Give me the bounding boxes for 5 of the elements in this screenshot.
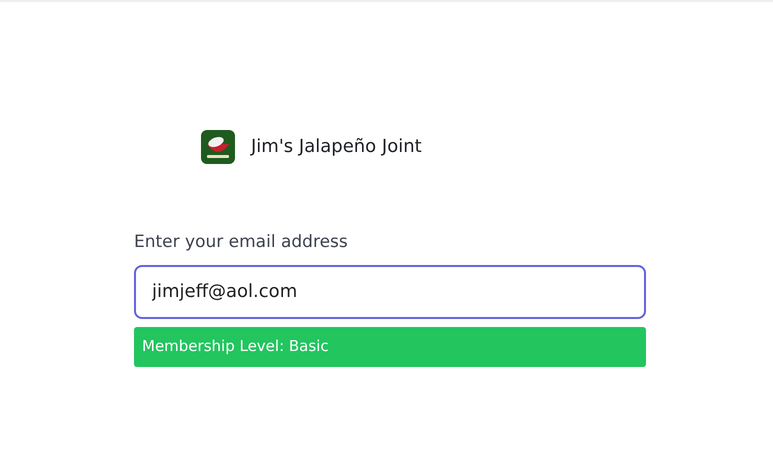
membership-banner: Membership Level: Basic (134, 326, 646, 366)
email-field[interactable]: jimjeff@aol.com (134, 264, 646, 318)
restaurant-name: Jim's Jalapeño Joint (251, 135, 422, 159)
restaurant-logo-icon (201, 130, 235, 164)
email-label: Enter your email address (134, 231, 349, 254)
